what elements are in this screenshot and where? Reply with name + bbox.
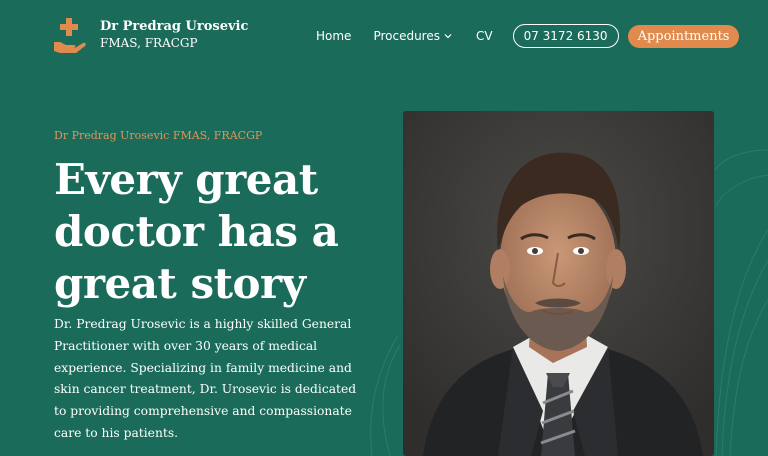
phone-button[interactable]: 07 3172 6130 — [512, 24, 619, 48]
brand-credentials: FMAS, FRACGP — [100, 36, 198, 50]
brand-name: Dr Predrag Urosevic — [100, 19, 249, 34]
main-nav: Home Procedures CV 07 3172 6130 Appointm… — [316, 24, 740, 48]
hero-eyebrow: Dr Predrag Urosevic FMAS, FRACGP — [54, 129, 263, 142]
nav-home-link[interactable]: Home — [316, 29, 351, 43]
nav-procedures-label: Procedures — [373, 29, 440, 43]
portrait-illustration — [403, 111, 714, 456]
nav-procedures-dropdown[interactable]: Procedures — [373, 29, 452, 43]
doctor-portrait — [403, 111, 714, 456]
hero-intro-text: Dr. Predrag Urosevic is a highly skilled… — [54, 317, 357, 440]
site-logo[interactable]: Dr Predrag Urosevic FMAS, FRACGP — [52, 16, 248, 54]
hand-cross-icon — [54, 18, 86, 53]
hero-headline: Every great doctor has a great story — [54, 155, 339, 308]
nav-cv-link[interactable]: CV — [476, 29, 493, 43]
chevron-down-icon — [444, 34, 452, 39]
appointments-button[interactable]: Appointments — [627, 24, 740, 48]
